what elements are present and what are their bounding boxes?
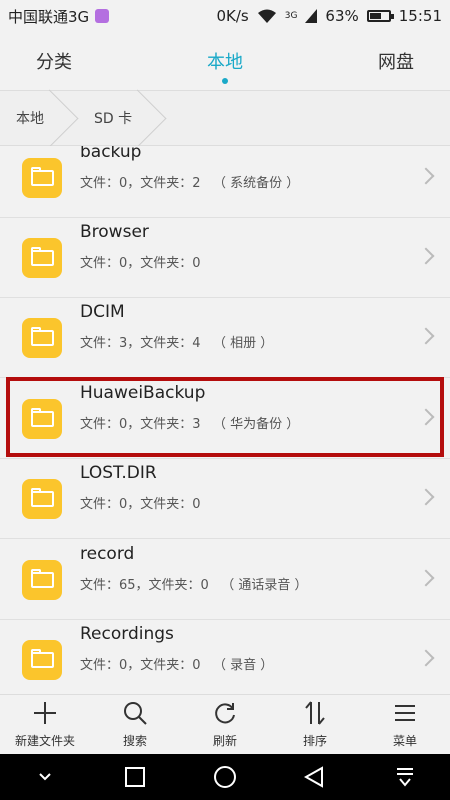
search-label: 搜索 [122, 734, 147, 748]
breadcrumb-sd-card-label: SD 卡 [94, 111, 133, 127]
folder-name: LOST.DIR [80, 463, 157, 483]
chevron-right-icon [417, 488, 435, 506]
chevron-right-icon [417, 247, 435, 265]
wifi-icon [257, 9, 276, 23]
notification-app-icon [95, 9, 110, 23]
list-item[interactable]: HuaweiBackup 文件：0，文件夹：3 （ 华为备份 ） [0, 379, 450, 459]
sort-icon [305, 701, 325, 725]
folder-name: HuaweiBackup [80, 383, 206, 403]
breadcrumb-local[interactable]: 本地 [0, 90, 64, 146]
list-item[interactable]: backup 文件：0，文件夹：2 （ 系统备份 ） [0, 146, 450, 218]
folder-icon [22, 318, 62, 358]
tab-category[interactable]: 分类 [0, 48, 162, 74]
folder-meta: 文件：0，文件夹：2 （ 系统备份 ） [80, 176, 300, 191]
network-speed: 0K/s [216, 7, 249, 25]
tab-cloud[interactable]: 网盘 [288, 48, 450, 74]
folder-meta: 文件：0，文件夹：0 [80, 497, 201, 512]
status-right: 0K/s 3G 63% 15:51 [216, 7, 442, 25]
signal-icon [305, 9, 318, 23]
list-item[interactable]: DCIM 文件：3，文件夹：4 （ 相册 ） [0, 298, 450, 378]
folder-icon [22, 399, 62, 439]
breadcrumb-sd-card[interactable]: SD 卡 [64, 90, 152, 146]
tab-cloud-label: 网盘 [378, 52, 414, 73]
battery-percent: 63% [325, 7, 359, 25]
status-bar: 中国联通3G 0K/s 3G 63% 15:51 [0, 0, 450, 32]
battery-fill [369, 13, 382, 19]
file-list[interactable]: backup 文件：0，文件夹：2 （ 系统备份 ） Browser 文件：0，… [0, 146, 450, 694]
chevron-right-icon [417, 649, 435, 667]
chevron-right-icon [417, 569, 435, 587]
folder-name: record [80, 544, 135, 564]
folder-meta: 文件：65，文件夹：0 （ 通话录音 ） [80, 578, 308, 593]
refresh-button[interactable]: 刷新 [180, 695, 270, 754]
bottom-toolbar: 新建文件夹 搜索 刷新 排序 菜单 [0, 694, 450, 754]
folder-icon [22, 238, 62, 278]
breadcrumb-local-label: 本地 [16, 111, 44, 127]
list-item[interactable]: Browser 文件：0，文件夹：0 [0, 218, 450, 298]
recents-icon[interactable] [122, 764, 148, 790]
chevron-down-icon[interactable] [32, 764, 58, 790]
folder-meta: 文件：3，文件夹：4 （ 相册 ） [80, 336, 274, 351]
network-type: 3G [284, 11, 298, 21]
plus-icon [34, 702, 56, 724]
folder-icon [22, 479, 62, 519]
folder-name: DCIM [80, 302, 125, 322]
sort-button[interactable]: 排序 [270, 695, 360, 754]
folder-name: backup [80, 146, 142, 162]
folder-meta: 文件：0，文件夹：0 [80, 256, 201, 271]
carrier-label: 中国联通3G [8, 7, 90, 26]
folder-icon [22, 640, 62, 680]
system-nav-bar [0, 754, 450, 800]
refresh-label: 刷新 [212, 734, 237, 748]
tab-category-label: 分类 [36, 52, 72, 73]
menu-icon [395, 705, 415, 721]
sort-label: 排序 [302, 734, 327, 748]
folder-icon [22, 560, 62, 600]
folder-icon [22, 158, 62, 198]
battery-icon [366, 10, 394, 22]
list-item[interactable]: record 文件：65，文件夹：0 （ 通话录音 ） [0, 540, 450, 620]
menu-button[interactable]: 菜单 [360, 695, 450, 754]
list-item[interactable]: Recordings 文件：0，文件夹：0 （ 录音 ） [0, 620, 450, 694]
folder-name: Recordings [80, 624, 174, 644]
menu-label: 菜单 [392, 734, 417, 748]
new-folder-label: 新建文件夹 [14, 734, 75, 748]
notification-pull-icon[interactable] [392, 764, 418, 790]
search-icon [124, 702, 147, 725]
tab-local-label: 本地 [207, 52, 243, 73]
carrier-group: 中国联通3G [8, 6, 110, 27]
list-item[interactable]: LOST.DIR 文件：0，文件夹：0 [0, 459, 450, 539]
tab-local[interactable]: 本地 [162, 48, 288, 84]
folder-meta: 文件：0，文件夹：3 （ 华为备份 ） [80, 417, 300, 432]
refresh-icon [215, 703, 235, 724]
home-icon[interactable] [212, 764, 238, 790]
folder-name: Browser [80, 222, 149, 242]
back-icon[interactable] [302, 764, 328, 790]
chevron-right-icon [417, 167, 435, 185]
top-tabs: 分类 本地 网盘 [0, 32, 450, 90]
search-button[interactable]: 搜索 [90, 695, 180, 754]
chevron-right-icon [417, 408, 435, 426]
chevron-right-icon [417, 327, 435, 345]
new-folder-button[interactable]: 新建文件夹 [0, 695, 90, 754]
clock: 15:51 [398, 7, 442, 25]
folder-meta: 文件：0，文件夹：0 （ 录音 ） [80, 658, 274, 673]
breadcrumb: 本地 SD 卡 [0, 90, 450, 146]
active-tab-indicator [222, 78, 228, 84]
